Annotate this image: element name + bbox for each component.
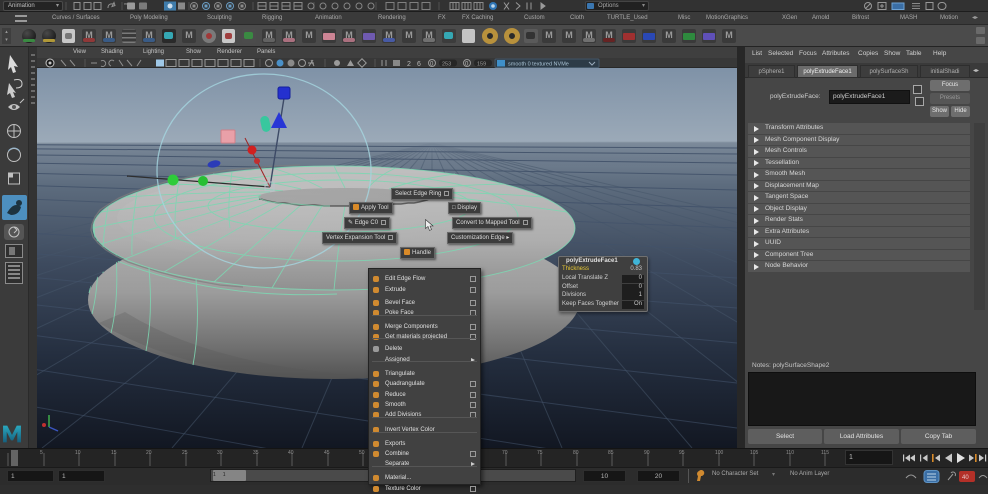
- svg-text:159: 159: [477, 62, 486, 68]
- svg-text:80: 80: [573, 450, 579, 456]
- svg-text:10: 10: [75, 450, 81, 456]
- svg-text:115: 115: [821, 450, 829, 456]
- svg-text:35: 35: [253, 450, 259, 456]
- svg-text:50: 50: [359, 450, 365, 456]
- svg-text:45: 45: [324, 450, 330, 456]
- svg-text:90: 90: [644, 450, 650, 456]
- svg-text:253: 253: [442, 62, 451, 68]
- svg-text:20: 20: [146, 450, 152, 456]
- svg-text:30: 30: [217, 450, 223, 456]
- svg-text:85: 85: [608, 450, 614, 456]
- svg-text:100: 100: [715, 450, 724, 456]
- svg-text:105: 105: [750, 450, 759, 456]
- svg-text:40: 40: [962, 475, 969, 481]
- svg-text:smooth 0 textured NVMe: smooth 0 textured NVMe: [508, 62, 569, 68]
- svg-text:95: 95: [679, 450, 685, 456]
- svg-text:25: 25: [182, 450, 188, 456]
- svg-text:15: 15: [111, 450, 117, 456]
- svg-text:5: 5: [40, 450, 43, 456]
- svg-text:75: 75: [537, 450, 543, 456]
- svg-text:2: 2: [407, 61, 411, 68]
- svg-text:70: 70: [502, 450, 508, 456]
- svg-text:40: 40: [288, 450, 294, 456]
- svg-text:110: 110: [786, 450, 794, 456]
- svg-text:6: 6: [417, 61, 421, 68]
